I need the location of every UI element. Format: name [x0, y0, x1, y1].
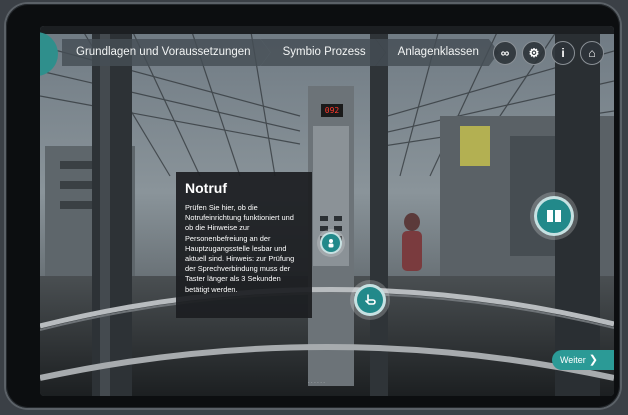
hand-pointer-icon: [365, 294, 376, 305]
person-icon: [328, 239, 334, 248]
button-press-hotspot[interactable]: [354, 284, 386, 316]
emergency-call-hotspot[interactable]: [320, 232, 342, 254]
panorama-viewer[interactable]: Grundlagen und Voraussetzungen Symbio Pr…: [40, 26, 614, 396]
toolbar-icons: ∞ ⚙ i ⌂: [493, 41, 604, 65]
book-hotspot[interactable]: [534, 196, 574, 236]
vr-goggles-icon[interactable]: ∞: [493, 41, 517, 65]
home-icon[interactable]: ⌂: [580, 41, 604, 65]
tablet-frame: Grundlagen und Voraussetzungen Symbio Pr…: [6, 4, 620, 408]
breadcrumb-item-symbio-prozess[interactable]: Symbio Prozess: [261, 39, 386, 66]
info-icon[interactable]: i: [551, 41, 575, 65]
notruf-tooltip: Notruf Prüfen Sie hier, ob die Notrufein…: [176, 172, 312, 318]
gyro-icon[interactable]: ⚙: [522, 41, 546, 65]
tooltip-body: Prüfen Sie hier, ob die Notrufeinrichtun…: [185, 203, 295, 294]
book-icon: [547, 210, 561, 222]
tooltip-title: Notruf: [185, 180, 227, 196]
bottom-hint: · · · · · ·: [308, 380, 325, 386]
chevron-right-icon: ❯: [588, 354, 598, 366]
breadcrumb: Grundlagen und Voraussetzungen Symbio Pr…: [62, 39, 489, 66]
elevator-panorama: [40, 26, 614, 396]
next-button[interactable]: Weiter ❯: [551, 350, 614, 370]
breadcrumb-item-anlagenklassen[interactable]: Anlagenklassen: [376, 39, 499, 66]
breadcrumb-item-grundlagen[interactable]: Grundlagen und Voraussetzungen: [62, 39, 271, 66]
next-button-label: Weiter: [559, 355, 586, 365]
floor-display: 092: [321, 104, 343, 117]
